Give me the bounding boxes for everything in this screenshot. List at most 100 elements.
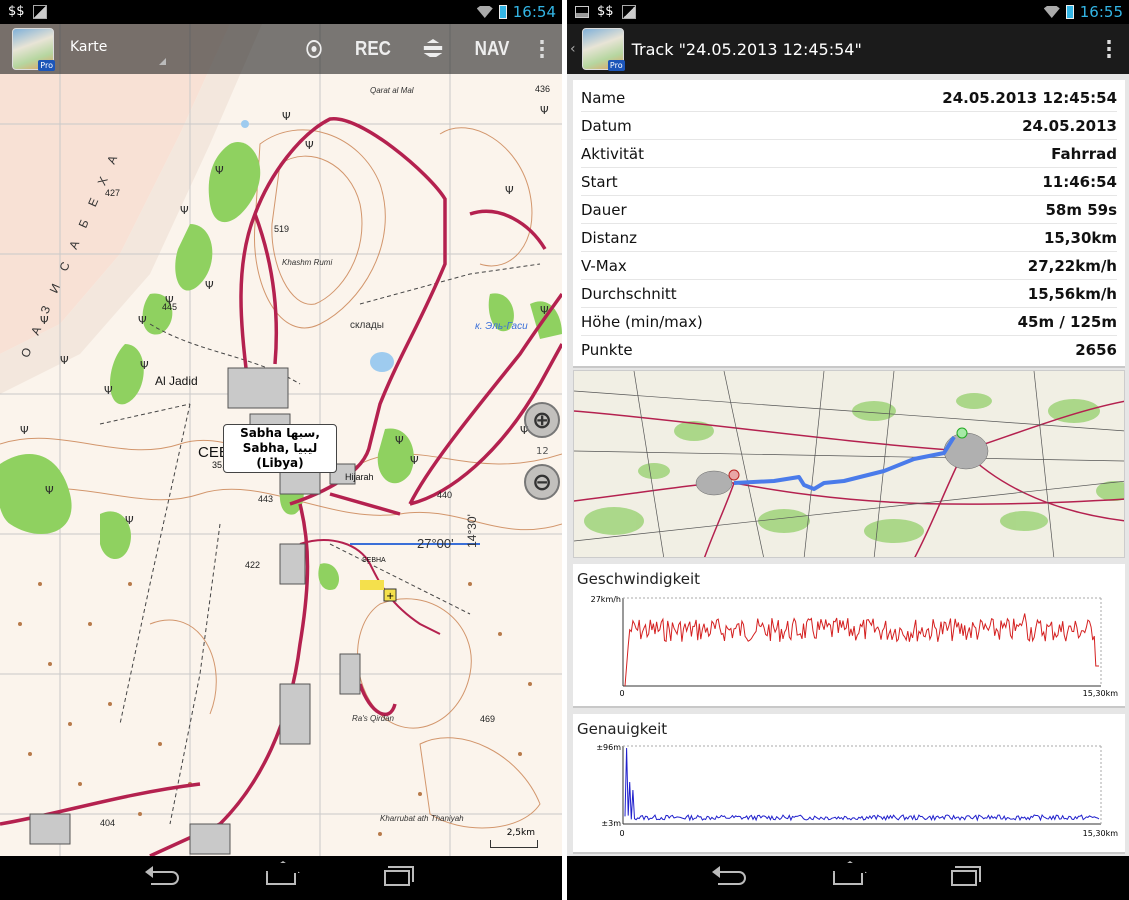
- accuracy-graph: ±96m ±3m 0 15,30km: [596, 743, 1119, 838]
- speed-graph-title: Geschwindigkeit: [577, 570, 701, 588]
- info-value: 24.05.2013 12:45:54: [942, 88, 1117, 107]
- info-label: Aktivität: [581, 144, 644, 163]
- speed-graph: 27km/h 0 15,30km: [591, 595, 1119, 698]
- accuracy-series-line: [624, 747, 1100, 822]
- zoom-in-button[interactable]: ⊕: [524, 402, 560, 438]
- svg-text:Ψ: Ψ: [395, 434, 404, 447]
- nav-button[interactable]: NAV: [467, 24, 518, 74]
- map-action-bar: Karte REC NAV: [0, 24, 562, 74]
- svg-text:Ψ: Ψ: [282, 110, 291, 123]
- status-bar: $$ 16:55: [567, 0, 1129, 24]
- gps-button[interactable]: [290, 24, 338, 74]
- map-screen: $$ 16:54 Ψ Ψ Ψ Ψ Ψ Ψ Ψ Ψ Ψ Ψ Ψ Ψ Ψ Ψ Ψ Ψ…: [0, 0, 562, 900]
- speed-x-min-label: 0: [619, 689, 624, 698]
- info-value: 58m 59s: [1045, 200, 1117, 219]
- map-view[interactable]: ΨΨ ΨΨΨ ΨΨΨ ΨΨΨ ΨΨΨ ΨΨΨ ΨΨΨ + Qarat al Ma…: [0, 24, 562, 856]
- svg-text:Ψ: Ψ: [305, 139, 314, 152]
- info-label: Start: [581, 172, 618, 191]
- track-info-card: Name 24.05.2013 12:45:54 Datum 24.05.2013 Ak…: [573, 80, 1125, 368]
- app-logo[interactable]: [12, 28, 55, 71]
- svg-text:Ψ: Ψ: [20, 424, 29, 437]
- track-content[interactable]: Name 24.05.2013 12:45:54 Datum 24.05.2013 Ak…: [567, 74, 1129, 856]
- view-spinner[interactable]: Karte: [70, 29, 166, 69]
- rec-button[interactable]: REC: [347, 24, 400, 74]
- recents-button[interactable]: [379, 867, 415, 889]
- recents-icon: [951, 870, 977, 886]
- signal-icon: [32, 4, 47, 19]
- scale-label: 2,5km: [506, 828, 535, 838]
- svg-text:Ψ: Ψ: [410, 454, 419, 467]
- overflow-menu-button[interactable]: [1092, 24, 1126, 74]
- svg-text:Ψ: Ψ: [125, 514, 134, 527]
- svg-text:Ψ: Ψ: [140, 359, 149, 372]
- overflow-dot: [1107, 54, 1111, 58]
- info-row: Aktivität Fahrrad: [581, 140, 1117, 168]
- svg-text:Ψ: Ψ: [165, 294, 174, 307]
- info-label: Distanz: [581, 228, 637, 247]
- svg-text:Ψ: Ψ: [104, 384, 113, 397]
- home-icon: [833, 871, 863, 885]
- info-row: V-Max 27,22km/h: [581, 252, 1117, 280]
- svg-text:Ψ: Ψ: [540, 104, 549, 117]
- status-time: 16:54: [512, 3, 556, 21]
- info-value: 27,22km/h: [1027, 256, 1117, 275]
- scale-bar: 2,5km: [490, 828, 538, 848]
- back-button[interactable]: [145, 866, 183, 889]
- svg-text:Ψ: Ψ: [205, 279, 214, 292]
- speed-series-line: [624, 613, 1099, 687]
- track-map-preview[interactable]: [573, 370, 1125, 558]
- info-row: Datum 24.05.2013: [581, 112, 1117, 140]
- speed-graph-card: Geschwindigkeit 27km/h 0 15,30km: [573, 564, 1125, 708]
- signal-icon: [621, 4, 636, 19]
- up-caret-icon[interactable]: ‹: [570, 41, 576, 57]
- carrier-text: $$: [8, 4, 25, 19]
- info-label: Durchschnitt: [581, 284, 677, 303]
- picture-icon: [575, 5, 589, 18]
- home-button[interactable]: [830, 867, 866, 889]
- popup-line-2: Sabha, ليبيا (Libya): [242, 441, 318, 470]
- info-row: Höhe (min/max) 45m / 125m: [581, 308, 1117, 336]
- location-popup[interactable]: Sabha سبها, Sabha, ليبيا (Libya): [223, 424, 337, 473]
- zoom-level: 12: [536, 446, 549, 457]
- overflow-dot: [540, 40, 544, 44]
- back-button[interactable]: [712, 866, 750, 889]
- info-row: Punkte 2656: [581, 336, 1117, 364]
- wifi-icon: [1043, 6, 1060, 18]
- info-label: Datum: [581, 116, 632, 135]
- overflow-dot: [540, 47, 544, 51]
- gps-icon: [306, 40, 322, 58]
- svg-text:Ψ: Ψ: [138, 314, 147, 327]
- svg-text:+: +: [386, 591, 394, 602]
- overflow-menu-button[interactable]: [525, 24, 559, 74]
- zoom-out-button[interactable]: ⊖: [524, 464, 560, 500]
- info-label: Name: [581, 88, 626, 107]
- info-value: 2656: [1075, 341, 1117, 359]
- info-value: 24.05.2013: [1022, 116, 1117, 135]
- zoom-out-icon: ⊖: [531, 468, 553, 496]
- svg-text:Ψ: Ψ: [40, 314, 49, 327]
- info-value: 11:46:54: [1042, 172, 1117, 191]
- accuracy-x-max-label: 15,30km: [1083, 829, 1119, 838]
- info-row: Dauer 58m 59s: [581, 196, 1117, 224]
- home-button[interactable]: [263, 867, 299, 889]
- speed-y-max-label: 27km/h: [591, 595, 621, 604]
- start-marker: [728, 469, 740, 481]
- overflow-dot: [540, 54, 544, 58]
- layers-button[interactable]: [408, 24, 457, 74]
- svg-text:Ψ: Ψ: [180, 204, 189, 217]
- info-value: 15,30km: [1043, 228, 1117, 247]
- recents-icon: [384, 870, 410, 886]
- recents-button[interactable]: [946, 867, 982, 889]
- accuracy-graph-card: Genauigkeit ±96m ±3m 0 15,30km: [573, 714, 1125, 854]
- svg-text:Ψ: Ψ: [540, 304, 549, 317]
- track-title: Track "24.05.2013 12:45:54": [631, 39, 862, 59]
- svg-text:Ψ: Ψ: [60, 354, 69, 367]
- layers-icon: [423, 39, 443, 59]
- accuracy-y-max-label: ±96m: [596, 743, 621, 752]
- accuracy-y-min-label: ±3m: [601, 819, 621, 828]
- carrier-text: $$: [597, 4, 614, 19]
- wifi-icon: [476, 6, 493, 18]
- zoom-in-icon: ⊕: [531, 406, 553, 434]
- app-logo[interactable]: [581, 28, 625, 71]
- speed-x-max-label: 15,30km: [1083, 689, 1119, 698]
